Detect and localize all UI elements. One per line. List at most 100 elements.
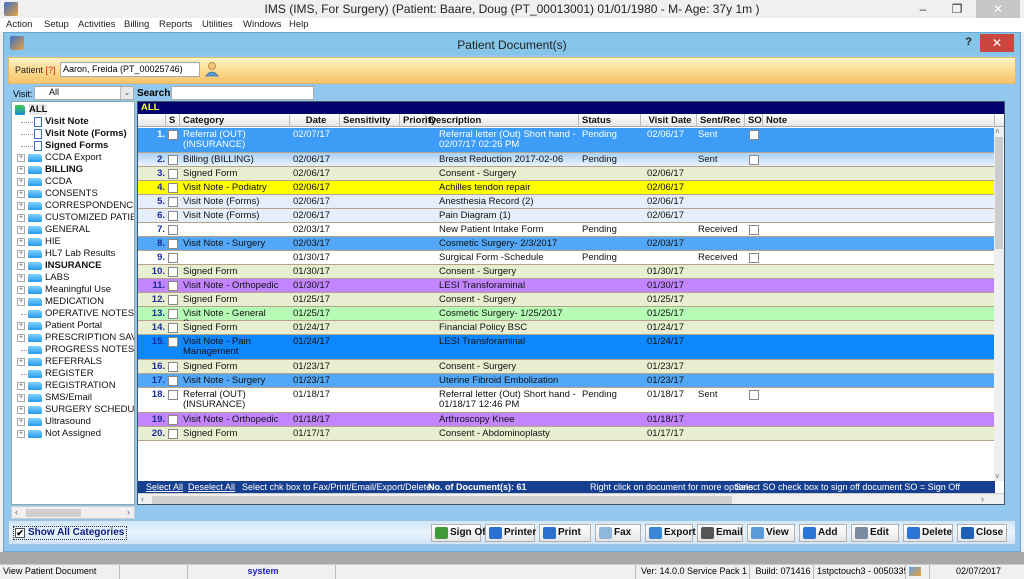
- column-header-category[interactable]: Category: [180, 114, 290, 127]
- column-header-status[interactable]: Status: [579, 114, 641, 127]
- deselect-all-link[interactable]: Deselect All: [188, 481, 235, 493]
- column-header-visit-date[interactable]: Visit Date: [641, 114, 697, 127]
- expand-icon[interactable]: +: [17, 178, 25, 186]
- close-button[interactable]: Close: [957, 524, 1007, 542]
- scrollbar-thumb[interactable]: [26, 509, 81, 517]
- row-select-checkbox[interactable]: [168, 169, 178, 179]
- expand-icon[interactable]: +: [17, 274, 25, 282]
- row-signoff-checkbox[interactable]: [749, 130, 759, 140]
- row-select-checkbox[interactable]: [168, 211, 178, 221]
- row-select-checkbox[interactable]: [168, 309, 178, 319]
- column-header-priority[interactable]: Priority: [400, 114, 436, 127]
- document-row[interactable]: 2. Billing (BILLING) 02/06/17 Breast Reduct…: [138, 153, 995, 167]
- expand-icon[interactable]: +: [17, 238, 25, 246]
- row-select-checkbox[interactable]: [168, 323, 178, 333]
- row-select-checkbox[interactable]: [168, 183, 178, 193]
- document-row[interactable]: 7. 02/03/17 New Patient Intake Form Pending…: [138, 223, 995, 237]
- expand-icon[interactable]: +: [17, 358, 25, 366]
- column-header-description[interactable]: Description: [426, 114, 579, 127]
- patient-field[interactable]: Aaron, Freida (PT_00025746): [60, 62, 200, 77]
- document-row[interactable]: 5. Visit Note (Forms) 02/06/17 Anesthesia R…: [138, 195, 995, 209]
- scroll-left-icon[interactable]: ‹: [15, 507, 18, 517]
- column-header-date[interactable]: Date: [290, 114, 340, 127]
- column-header-sensitivity[interactable]: Sensitivity: [340, 114, 400, 127]
- row-select-checkbox[interactable]: [168, 155, 178, 165]
- expand-icon[interactable]: +: [17, 166, 25, 174]
- row-select-checkbox[interactable]: [168, 197, 178, 207]
- edit-button[interactable]: Edit: [851, 524, 899, 542]
- document-row[interactable]: 1. Referral (OUT) (INSURANCE) 02/07/17 Refe…: [138, 128, 995, 153]
- scroll-right-icon[interactable]: ›: [127, 507, 130, 517]
- search-input[interactable]: [171, 86, 314, 100]
- menu-windows[interactable]: Windows: [243, 19, 282, 30]
- sign-off-button[interactable]: Sign Off: [431, 524, 489, 542]
- column-header-sent-rec[interactable]: Sent/Rec: [697, 114, 745, 127]
- chevron-down-icon[interactable]: ⌄: [120, 87, 133, 99]
- row-select-checkbox[interactable]: [168, 225, 178, 235]
- document-row[interactable]: 6. Visit Note (Forms) 02/06/17 Pain Diagram…: [138, 209, 995, 223]
- document-row[interactable]: 11. Visit Note - Orthopedic 01/30/17 LESI T…: [138, 279, 995, 293]
- printer-button[interactable]: Printer: [485, 524, 536, 542]
- expand-icon[interactable]: +: [17, 382, 25, 390]
- expand-icon[interactable]: +: [17, 322, 25, 330]
- show-all-categories-checkbox[interactable]: ✔ Show All Categories: [13, 526, 128, 540]
- scrollbar-thumb[interactable]: [152, 496, 732, 504]
- scroll-down-icon[interactable]: ˅: [995, 472, 1000, 481]
- menu-billing[interactable]: Billing: [124, 19, 149, 30]
- row-select-checkbox[interactable]: [168, 429, 178, 439]
- document-row[interactable]: 17. Visit Note - Surgery 01/23/17 Uterine …: [138, 374, 995, 388]
- document-row[interactable]: 13.Visit Note - General Surgery01/25/17C…: [138, 307, 995, 329]
- expand-icon[interactable]: +: [17, 298, 25, 306]
- menu-reports[interactable]: Reports: [159, 19, 192, 30]
- delete-button[interactable]: Delete: [903, 524, 953, 542]
- grid-horizontal-scrollbar[interactable]: ‹ ›: [138, 493, 1004, 504]
- row-select-checkbox[interactable]: [168, 239, 178, 249]
- select-all-link[interactable]: Select All: [146, 481, 183, 493]
- tree-horizontal-scrollbar[interactable]: ‹ ›: [11, 506, 135, 519]
- row-select-checkbox[interactable]: [168, 415, 178, 425]
- row-select-checkbox[interactable]: [168, 267, 178, 277]
- expand-icon[interactable]: +: [17, 154, 25, 162]
- expand-icon[interactable]: +: [17, 406, 25, 414]
- help-button[interactable]: ?: [965, 36, 972, 48]
- expand-icon[interactable]: +: [17, 190, 25, 198]
- email-button[interactable]: Email: [697, 524, 743, 542]
- grid-vertical-scrollbar[interactable]: ˄ ˅: [994, 127, 1004, 481]
- restore-button[interactable]: ❐: [942, 0, 972, 18]
- document-row[interactable]: 20. Signed Form 01/17/17 Consent - Abdomino…: [138, 427, 995, 441]
- row-signoff-checkbox[interactable]: [749, 390, 759, 400]
- scrollbar-thumb[interactable]: [995, 137, 1003, 249]
- document-row[interactable]: 19. Visit Note - Orthopedic 01/18/17 Arthro…: [138, 413, 995, 427]
- document-row[interactable]: 12. Signed Form 01/25/17 Consent - Surgery…: [138, 293, 995, 307]
- row-select-checkbox[interactable]: [168, 390, 178, 400]
- expand-icon[interactable]: +: [17, 262, 25, 270]
- patient-help-link[interactable]: [?]: [46, 65, 56, 75]
- export-button[interactable]: Export: [645, 524, 696, 542]
- document-row[interactable]: 18. Referral (OUT) (INSURANCE) 01/18/17 Ref…: [138, 388, 995, 413]
- checkmark-icon[interactable]: ✔: [15, 528, 25, 538]
- row-signoff-checkbox[interactable]: [749, 155, 759, 165]
- column-header-note[interactable]: Note: [763, 114, 995, 127]
- document-row[interactable]: 15. Visit Note - Pain Management 01/24/17 L…: [138, 335, 995, 360]
- view-button[interactable]: View: [747, 524, 795, 542]
- minimize-button[interactable]: –: [908, 0, 938, 18]
- row-select-checkbox[interactable]: [168, 376, 178, 386]
- document-row[interactable]: 8. Visit Note - Surgery 02/03/17 Cosmetic S…: [138, 237, 995, 251]
- document-row[interactable]: 3. Signed Form 02/06/17 Consent - Surgery 0…: [138, 167, 995, 181]
- row-signoff-checkbox[interactable]: [749, 225, 759, 235]
- menu-utilities[interactable]: Utilities: [202, 19, 233, 30]
- scroll-up-icon[interactable]: ˄: [995, 127, 1000, 136]
- fax-button[interactable]: Fax: [595, 524, 641, 542]
- expand-icon[interactable]: +: [17, 226, 25, 234]
- menu-activities[interactable]: Activities: [78, 19, 115, 30]
- document-row[interactable]: 14. Signed Form 01/24/17 Financial Policy B…: [138, 321, 995, 335]
- visit-select[interactable]: All ⌄: [34, 86, 134, 100]
- print-button[interactable]: Print: [539, 524, 591, 542]
- menu-setup[interactable]: Setup: [44, 19, 69, 30]
- window-close-button[interactable]: ✕: [980, 34, 1014, 52]
- document-row[interactable]: 4. Visit Note - Podiatry 02/06/17 Achilles …: [138, 181, 995, 195]
- expand-icon[interactable]: +: [17, 334, 25, 342]
- scroll-right-icon[interactable]: ›: [981, 494, 984, 504]
- column-header-so[interactable]: SO: [745, 114, 763, 127]
- scroll-left-icon[interactable]: ‹: [141, 494, 144, 504]
